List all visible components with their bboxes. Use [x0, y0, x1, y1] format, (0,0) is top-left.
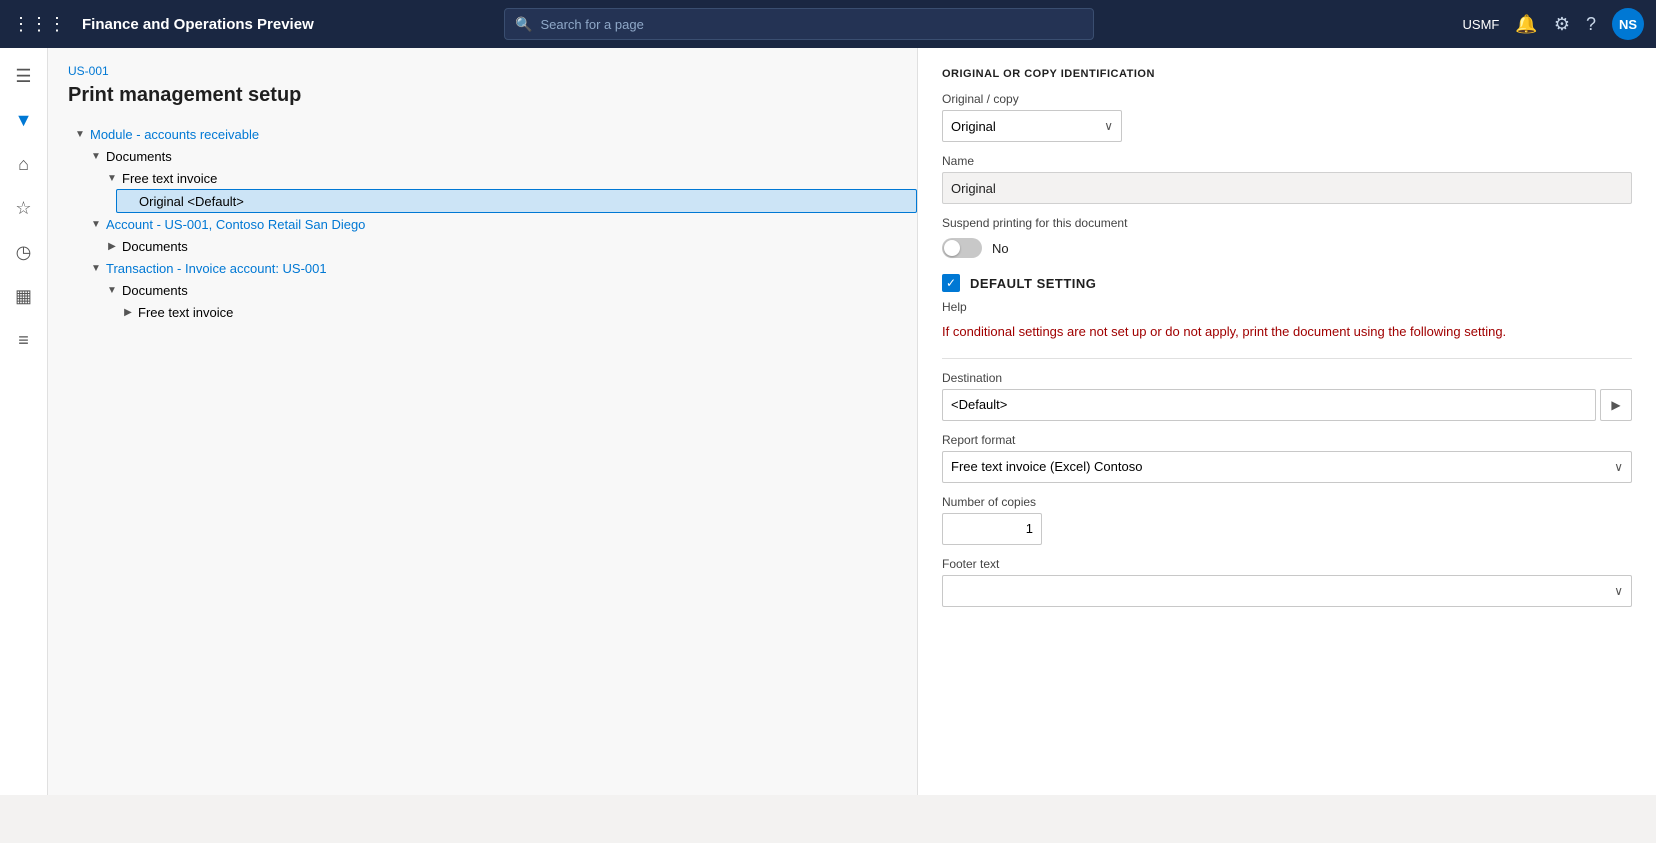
number-of-copies-value: 1: [1026, 521, 1033, 536]
main-content: US-001 Print management setup ▼ Module -…: [48, 48, 1656, 795]
toggle-transaction[interactable]: ▼: [88, 260, 104, 276]
free-text-invoice2-label: Free text invoice: [136, 305, 233, 320]
user-avatar[interactable]: NS: [1612, 8, 1644, 40]
help-text: If conditional settings are not set up o…: [942, 318, 1632, 346]
original-default-label: Original <Default>: [137, 194, 244, 209]
help-icon[interactable]: ?: [1586, 14, 1596, 35]
suspend-toggle-label: No: [992, 241, 1009, 256]
recent-icon[interactable]: ◷: [4, 232, 44, 272]
destination-value: <Default>: [951, 397, 1007, 412]
free-text-invoice1-label: Free text invoice: [120, 171, 217, 186]
report-format-chevron: ∨: [1614, 460, 1623, 474]
default-setting-row: ✓ DEFAULT SETTING: [942, 274, 1632, 292]
topbar: ⋮⋮⋮ Finance and Operations Preview 🔍 USM…: [0, 0, 1656, 48]
settings-icon[interactable]: ⚙: [1554, 14, 1570, 35]
name-label: Name: [942, 154, 1632, 168]
module-label: Module - accounts receivable: [88, 127, 259, 142]
destination-input[interactable]: <Default>: [942, 389, 1596, 421]
documents1-label: Documents: [104, 149, 172, 164]
breadcrumb: US-001: [68, 64, 917, 78]
checkmark-icon: ✓: [946, 276, 956, 290]
default-setting-checkbox[interactable]: ✓: [942, 274, 960, 292]
entity-label: USMF: [1463, 17, 1500, 32]
tree-row-module[interactable]: ▼ Module - accounts receivable: [68, 123, 917, 145]
suspend-toggle[interactable]: [942, 238, 982, 258]
section-heading-original: ORIGINAL OR COPY IDENTIFICATION: [942, 68, 1632, 80]
help-label: Help: [942, 300, 1632, 314]
topbar-right: USMF 🔔 ⚙ ? NS: [1463, 8, 1644, 40]
favorites-icon[interactable]: ☆: [4, 188, 44, 228]
footer-text-label: Footer text: [942, 557, 1632, 571]
number-of-copies-input[interactable]: 1: [942, 513, 1042, 545]
app-title: Finance and Operations Preview: [82, 16, 314, 33]
name-input: Original: [942, 172, 1632, 204]
toggle-documents1[interactable]: ▼: [88, 148, 104, 164]
toggle-free-text-invoice1[interactable]: ▼: [104, 170, 120, 186]
account-label: Account - US-001, Contoso Retail San Die…: [104, 217, 365, 232]
search-input[interactable]: [540, 17, 1083, 32]
tree-row-transaction[interactable]: ▼ Transaction - Invoice account: US-001: [84, 257, 917, 279]
tree-row-documents2[interactable]: ▶ Documents: [100, 235, 917, 257]
default-setting-label: DEFAULT SETTING: [970, 276, 1096, 291]
report-format-select[interactable]: Free text invoice (Excel) Contoso ∨: [942, 451, 1632, 483]
modules-icon[interactable]: ≡: [4, 320, 44, 360]
menu-icon[interactable]: ☰: [4, 56, 44, 96]
search-icon: 🔍: [515, 16, 532, 33]
toggle-account[interactable]: ▼: [88, 216, 104, 232]
number-of-copies-label: Number of copies: [942, 495, 1632, 509]
tree-row-documents1[interactable]: ▼ Documents: [84, 145, 917, 167]
filter-icon[interactable]: ▼: [4, 100, 44, 140]
tree-panel: US-001 Print management setup ▼ Module -…: [48, 48, 918, 795]
toggle-module[interactable]: ▼: [72, 126, 88, 142]
toggle-documents3[interactable]: ▼: [104, 282, 120, 298]
suspend-label: Suspend printing for this document: [942, 216, 1632, 230]
transaction-label: Transaction - Invoice account: US-001: [104, 261, 327, 276]
tree: ▼ Module - accounts receivable ▼ Documen…: [68, 123, 917, 323]
report-format-value: Free text invoice (Excel) Contoso: [951, 459, 1142, 474]
toggle-documents2[interactable]: ▶: [104, 238, 120, 254]
destination-label: Destination: [942, 371, 1632, 385]
workspaces-icon[interactable]: ▦: [4, 276, 44, 316]
documents2-label: Documents: [120, 239, 188, 254]
search-bar[interactable]: 🔍: [504, 8, 1094, 40]
notification-icon[interactable]: 🔔: [1515, 14, 1537, 35]
grid-icon[interactable]: ⋮⋮⋮: [12, 14, 66, 35]
original-copy-chevron: ∨: [1104, 119, 1113, 133]
destination-arrow-button[interactable]: ▶: [1600, 389, 1632, 421]
help-section: Help If conditional settings are not set…: [942, 300, 1632, 346]
report-format-label: Report format: [942, 433, 1632, 447]
divider: [942, 358, 1632, 359]
footer-text-select[interactable]: ∨: [942, 575, 1632, 607]
original-copy-value: Original: [951, 119, 996, 134]
original-copy-label: Original / copy: [942, 92, 1632, 106]
footer-text-chevron: ∨: [1614, 584, 1623, 598]
tree-row-documents3[interactable]: ▼ Documents: [100, 279, 917, 301]
tree-row-account[interactable]: ▼ Account - US-001, Contoso Retail San D…: [84, 213, 917, 235]
suspend-toggle-row: No: [942, 238, 1632, 258]
page-title: Print management setup: [68, 84, 917, 107]
toggle-original-default: [121, 193, 137, 209]
destination-row: <Default> ▶: [942, 389, 1632, 421]
tree-row-free-text-invoice1[interactable]: ▼ Free text invoice: [100, 167, 917, 189]
original-copy-select[interactable]: Original ∨: [942, 110, 1122, 142]
toggle-knob: [944, 240, 960, 256]
home-icon[interactable]: ⌂: [4, 144, 44, 184]
toggle-free-text-invoice2[interactable]: ▶: [120, 304, 136, 320]
tree-row-free-text-invoice2[interactable]: ▶ Free text invoice: [116, 301, 917, 323]
sidebar: ☰ ▼ ⌂ ☆ ◷ ▦ ≡: [0, 48, 48, 795]
documents3-label: Documents: [120, 283, 188, 298]
tree-row-original-default[interactable]: Original <Default>: [116, 189, 917, 213]
form-panel: ORIGINAL OR COPY IDENTIFICATION Original…: [918, 48, 1656, 795]
